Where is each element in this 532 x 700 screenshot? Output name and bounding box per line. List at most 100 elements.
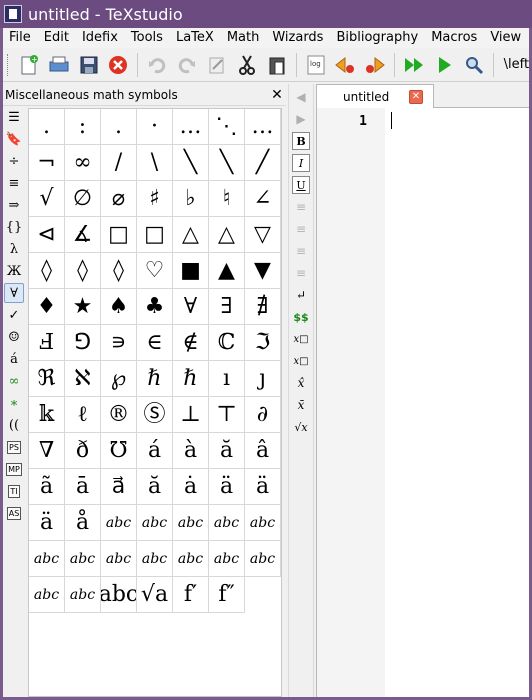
symbol-cell[interactable]: ð (65, 433, 101, 469)
metapost-icon[interactable]: MP (4, 459, 24, 479)
menu-latex[interactable]: LaTeX (170, 28, 221, 48)
panel-close-icon[interactable]: ✕ (268, 87, 286, 103)
symbol-cell[interactable]: ı (209, 361, 245, 397)
asterisk-icon[interactable]: ∗ (4, 393, 24, 413)
menu-math[interactable]: Math (221, 28, 267, 48)
symbol-cell[interactable]: □ (101, 217, 137, 253)
symbol-cell[interactable]: ℏ (173, 361, 209, 397)
symbol-cell[interactable]: ∍ (101, 325, 137, 361)
symbol-cell[interactable]: ℑ (245, 325, 281, 361)
sqrt-icon[interactable]: √x (292, 418, 310, 436)
symbol-cell[interactable]: abc (209, 541, 245, 577)
symbol-cell[interactable]: ä (245, 469, 281, 505)
symbol-cell[interactable]: ♮ (209, 181, 245, 217)
symbol-cell[interactable]: ∀ (173, 289, 209, 325)
symbol-cell[interactable]: ⋱ (209, 109, 245, 145)
menu-edit[interactable]: Edit (38, 28, 76, 48)
symbol-cell[interactable]: abc (65, 541, 101, 577)
wasy-icon[interactable]: ☺ (4, 327, 24, 347)
align-left-icon[interactable]: ≡ (292, 198, 310, 216)
symbol-cell[interactable]: f″ (209, 577, 245, 613)
menu-view[interactable]: View (484, 28, 528, 48)
symbol-cell[interactable]: : (65, 109, 101, 145)
symbol-cell[interactable]: abc (245, 505, 281, 541)
previous-mark-icon[interactable] (332, 52, 358, 78)
operators-icon[interactable]: ÷ (4, 151, 24, 171)
symbol-cell[interactable]: ȧ (173, 469, 209, 505)
misc-text-icon[interactable]: ✓ (4, 305, 24, 325)
log-icon[interactable]: log (303, 52, 329, 78)
symbol-cell[interactable]: á (137, 433, 173, 469)
menu-bibliography[interactable]: Bibliography (330, 28, 425, 48)
symbol-cell[interactable]: ∇ (29, 433, 65, 469)
bar-icon[interactable]: x̄ (292, 396, 310, 414)
symbol-cell[interactable]: · (137, 109, 173, 145)
symbol-cell[interactable]: ℂ (209, 325, 245, 361)
align-center-icon[interactable]: ≡ (292, 220, 310, 238)
symbol-cell[interactable]: ∞ (65, 145, 101, 181)
hat-icon[interactable]: x̂ (292, 374, 310, 392)
symbol-cell[interactable]: △ (209, 217, 245, 253)
menu-tools[interactable]: Tools (125, 28, 170, 48)
symbol-cell[interactable]: \ (137, 145, 173, 181)
subscript-icon[interactable]: x□ (292, 330, 310, 348)
cyrillic-icon[interactable]: Ж (4, 261, 24, 281)
symbol-cell[interactable]: ă (209, 433, 245, 469)
left-delimiter-button[interactable]: \left (504, 57, 529, 72)
symbol-cell[interactable]: abc (101, 577, 137, 613)
pstricks-icon[interactable]: PS (4, 437, 24, 457)
symbol-cell[interactable]: ∅ (65, 181, 101, 217)
symbol-cell[interactable]: ♠ (101, 289, 137, 325)
compile-icon[interactable] (431, 52, 457, 78)
math-mode-button[interactable]: $$ (292, 308, 310, 326)
symbol-cell[interactable]: â (245, 433, 281, 469)
symbol-cell[interactable]: △ (173, 217, 209, 253)
symbol-cell[interactable]: ◊ (29, 253, 65, 289)
symbol-cell[interactable]: abc (29, 541, 65, 577)
special-icon[interactable]: ∞ (4, 371, 24, 391)
paste-icon[interactable] (264, 52, 290, 78)
symbol-cell[interactable]: ▲ (209, 253, 245, 289)
clipboard-icon[interactable] (204, 52, 230, 78)
symbol-cell[interactable]: ℘ (101, 361, 137, 397)
symbol-cell[interactable]: ∈ (137, 325, 173, 361)
symbol-cell[interactable]: ╲ (173, 145, 209, 181)
panel-splitter[interactable] (282, 108, 286, 697)
symbol-cell[interactable]: abc (173, 541, 209, 577)
editor-area[interactable]: 1 (316, 108, 529, 697)
symbol-cell[interactable]: ã (29, 469, 65, 505)
structure-icon[interactable]: ☰ (4, 107, 24, 127)
symbol-cell[interactable]: Ⓢ (137, 397, 173, 433)
menu-wizards[interactable]: Wizards (266, 28, 330, 48)
symbol-cell[interactable]: ▼ (245, 253, 281, 289)
symbol-cell[interactable]: ä (209, 469, 245, 505)
italic-button[interactable]: I (292, 154, 310, 172)
menu-options[interactable]: Op (528, 28, 529, 48)
undo-icon[interactable] (144, 52, 170, 78)
menu-idefix[interactable]: Idefix (76, 28, 125, 48)
symbol-cell[interactable]: ® (101, 397, 137, 433)
symbol-cell[interactable]: ℧ (101, 433, 137, 469)
symbol-cell[interactable]: abc (101, 505, 137, 541)
symbol-cell[interactable]: ∠ (245, 181, 281, 217)
symbol-cell[interactable]: å (65, 505, 101, 541)
symbol-cell[interactable]: ā (65, 469, 101, 505)
bookmarks-icon[interactable]: 🔖 (4, 129, 24, 149)
misc-math-icon[interactable]: ∀ (4, 283, 24, 303)
symbol-cell[interactable]: ⅁ (65, 325, 101, 361)
symbol-cell[interactable]: √ (29, 181, 65, 217)
symbol-cell[interactable]: abc (173, 505, 209, 541)
symbol-cell[interactable]: abc (245, 541, 281, 577)
symbol-cell[interactable]: ▽ (245, 217, 281, 253)
symbol-cell[interactable]: a⃗ (101, 469, 137, 505)
menu-macros[interactable]: Macros (425, 28, 484, 48)
view-icon[interactable] (461, 52, 487, 78)
symbol-cell[interactable]: ╱ (245, 145, 281, 181)
greek-icon[interactable]: λ (4, 239, 24, 259)
symbol-cell[interactable]: ⊥ (173, 397, 209, 433)
symbol-cell[interactable]: Ⅎ (29, 325, 65, 361)
symbol-cell[interactable]: … (173, 109, 209, 145)
symbol-cell[interactable]: ◊ (101, 253, 137, 289)
symbol-cell[interactable]: ȷ (245, 361, 281, 397)
arrows-icon[interactable]: ⇒ (4, 195, 24, 215)
